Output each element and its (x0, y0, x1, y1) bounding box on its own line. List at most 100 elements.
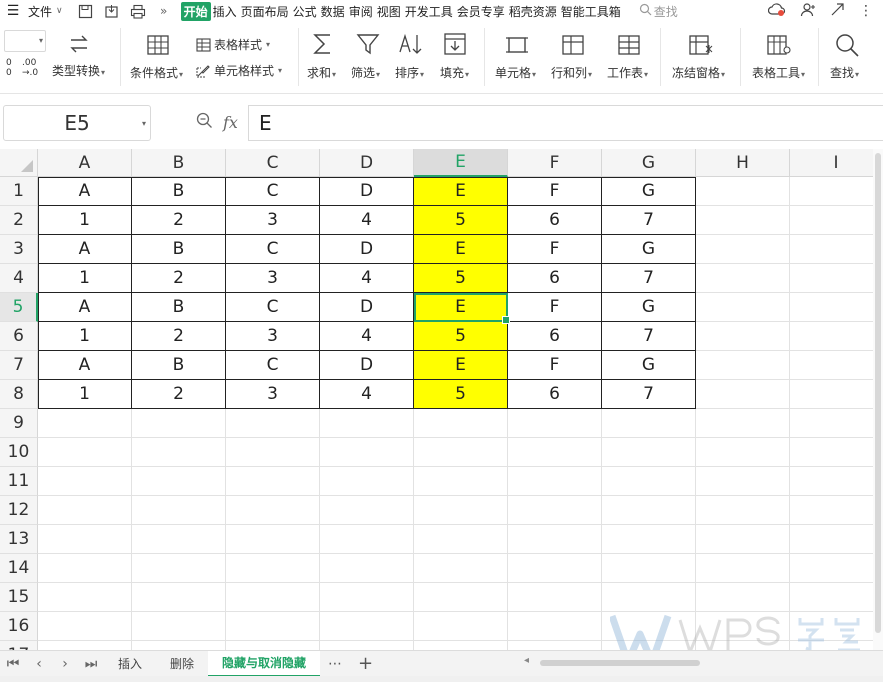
cell-h14[interactable] (696, 554, 790, 583)
cell-d15[interactable] (320, 583, 414, 612)
cell-c1[interactable]: C (226, 177, 320, 206)
cell-i4[interactable] (790, 264, 883, 293)
cell-a4[interactable]: 1 (38, 264, 132, 293)
cell-d16[interactable] (320, 612, 414, 641)
cell-d14[interactable] (320, 554, 414, 583)
column-header-c[interactable]: C (226, 149, 320, 177)
cell-e3[interactable]: E (414, 235, 508, 264)
cell-d4[interactable]: 4 (320, 264, 414, 293)
row-header-7[interactable]: 7 (0, 351, 38, 380)
sort-icon[interactable] (398, 32, 424, 60)
cell-b17[interactable] (132, 641, 226, 650)
cell-g14[interactable] (602, 554, 696, 583)
vertical-scrollbar[interactable] (873, 149, 883, 650)
sheet-tab-hide-unhide[interactable]: 隐藏与取消隐藏 (208, 650, 321, 677)
cell-i2[interactable] (790, 206, 883, 235)
cell-d8[interactable]: 4 (320, 380, 414, 409)
cell-button[interactable]: 单元格▾ (495, 64, 536, 81)
sum-icon[interactable] (312, 32, 334, 60)
cell-a7[interactable]: A (38, 351, 132, 380)
cell-h8[interactable] (696, 380, 790, 409)
cell-e17[interactable] (414, 641, 508, 650)
cell-e7[interactable]: E (414, 351, 508, 380)
cell-c3[interactable]: C (226, 235, 320, 264)
cell-b12[interactable] (132, 496, 226, 525)
cell-icon[interactable] (505, 34, 529, 60)
tab-formulas[interactable]: 公式 (291, 3, 319, 20)
share-user-icon[interactable] (800, 2, 816, 20)
cell-e2[interactable]: 5 (414, 206, 508, 235)
cell-a5[interactable]: A (38, 293, 132, 322)
tab-data[interactable]: 数据 (319, 3, 347, 20)
cell-a10[interactable] (38, 438, 132, 467)
prev-sheet-icon[interactable]: ‹ (26, 656, 52, 672)
cell-g11[interactable] (602, 467, 696, 496)
row-header-12[interactable]: 12 (0, 496, 38, 525)
tab-insert[interactable]: 插入 (211, 3, 239, 20)
cell-i17[interactable] (790, 641, 883, 650)
cell-a6[interactable]: 1 (38, 322, 132, 351)
last-sheet-icon[interactable]: ⏭ (78, 656, 104, 672)
cell-b16[interactable] (132, 612, 226, 641)
cell-f1[interactable]: F (508, 177, 602, 206)
tab-member[interactable]: 会员专享 (455, 3, 507, 20)
cell-g17[interactable] (602, 641, 696, 650)
cell-e10[interactable] (414, 438, 508, 467)
cell-h11[interactable] (696, 467, 790, 496)
cell-a13[interactable] (38, 525, 132, 554)
more-sheets-button[interactable]: ⋯ (328, 656, 342, 672)
column-header-d[interactable]: D (320, 149, 414, 177)
cell-b5[interactable]: B (132, 293, 226, 322)
tab-review[interactable]: 审阅 (347, 3, 375, 20)
cell-d6[interactable]: 4 (320, 322, 414, 351)
row-header-11[interactable]: 11 (0, 467, 38, 496)
row-header-16[interactable]: 16 (0, 612, 38, 641)
cell-f3[interactable]: F (508, 235, 602, 264)
cell-h3[interactable] (696, 235, 790, 264)
cell-c16[interactable] (226, 612, 320, 641)
cell-c13[interactable] (226, 525, 320, 554)
find-button[interactable]: 查找▾ (830, 64, 859, 81)
cell-f7[interactable]: F (508, 351, 602, 380)
cell-g4[interactable]: 7 (602, 264, 696, 293)
scrollbar-thumb[interactable] (540, 660, 700, 666)
cell-d2[interactable]: 4 (320, 206, 414, 235)
cell-i16[interactable] (790, 612, 883, 641)
cell-b15[interactable] (132, 583, 226, 612)
cell-f10[interactable] (508, 438, 602, 467)
column-header-e[interactable]: E (414, 149, 508, 177)
number-format-dropdown[interactable]: ▾ (4, 30, 46, 52)
export-icon[interactable] (99, 2, 125, 20)
menu-file[interactable]: 文件 (26, 3, 54, 20)
row-header-8[interactable]: 8 (0, 380, 38, 409)
cloud-sync-icon[interactable] (767, 2, 786, 20)
row-header-13[interactable]: 13 (0, 525, 38, 554)
cell-d11[interactable] (320, 467, 414, 496)
cell-e12[interactable] (414, 496, 508, 525)
sheet-tab-delete[interactable]: 删除 (156, 651, 208, 677)
cell-f12[interactable] (508, 496, 602, 525)
cell-g3[interactable]: G (602, 235, 696, 264)
cell-a1[interactable]: A (38, 177, 132, 206)
cell-d3[interactable]: D (320, 235, 414, 264)
cell-c7[interactable]: C (226, 351, 320, 380)
cell-g12[interactable] (602, 496, 696, 525)
cell-i14[interactable] (790, 554, 883, 583)
scrollbar-thumb[interactable] (875, 153, 881, 633)
horizontal-scrollbar[interactable]: ◂ (520, 655, 875, 669)
cell-a8[interactable]: 1 (38, 380, 132, 409)
column-header-h[interactable]: H (696, 149, 790, 177)
cell-g9[interactable] (602, 409, 696, 438)
cell-h16[interactable] (696, 612, 790, 641)
decimal-decrease-icon[interactable]: .00 →.0 (22, 58, 38, 78)
cell-f15[interactable] (508, 583, 602, 612)
cell-e16[interactable] (414, 612, 508, 641)
scroll-left-icon[interactable]: ◂ (524, 655, 529, 666)
cell-g15[interactable] (602, 583, 696, 612)
cell-h13[interactable] (696, 525, 790, 554)
cell-f16[interactable] (508, 612, 602, 641)
type-convert-button[interactable]: 类型转换▾ (52, 62, 105, 79)
hamburger-icon[interactable]: ☰ (0, 3, 26, 19)
cell-i5[interactable] (790, 293, 883, 322)
sort-button[interactable]: 排序▾ (395, 64, 424, 81)
